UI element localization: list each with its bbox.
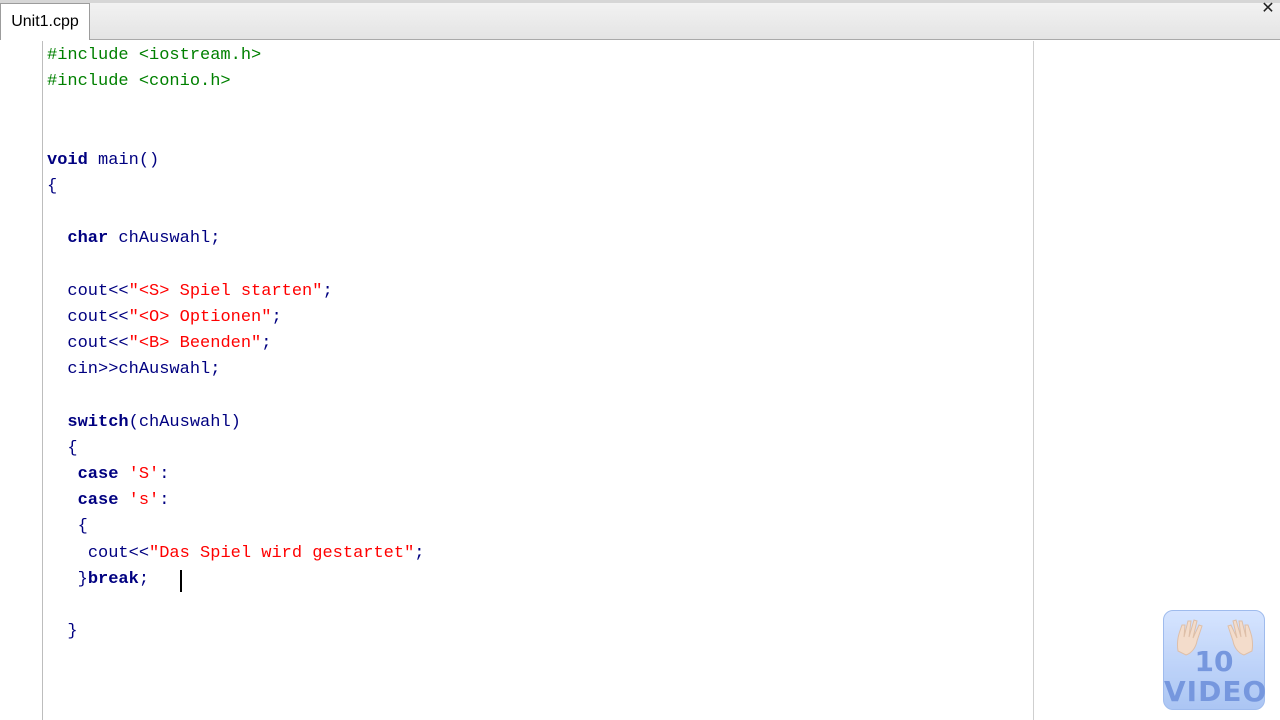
window-top-strip [0,0,1280,3]
video-logo: 10 VIDEO [1163,610,1268,710]
code-line-17: } [47,622,78,641]
code-line-4: { [47,177,58,196]
logo-word: VIDEO [1164,675,1268,708]
code-line-11: { [47,439,78,458]
close-icon[interactable]: ✕ [1258,0,1278,18]
tab-label: Unit1.cpp [11,13,79,30]
code-line-10: switch(chAuswahl) [67,413,241,432]
code-line-14: { [47,517,88,536]
code-line-9: cin>>chAuswahl; [67,360,221,379]
code-line-15: cout<<"Das Spiel wird gestartet"; [87,544,425,563]
tab-bar: Unit1.cpp ✕ [0,0,1280,40]
code-line-1: #include <iostream.h> [47,46,262,65]
code-line-3: void main() [47,151,160,170]
code-line-13: case 's': [77,491,170,510]
code-line-5: char chAuswahl; [67,229,221,248]
code-line-2: #include <conio.h> [47,72,231,91]
logo-number: 10 [1194,645,1234,678]
code-line-6: cout<<"<S> Spiel starten"; [67,282,333,301]
code-line-8: cout<<"<B> Beenden"; [67,334,272,353]
editor-gutter [0,41,43,720]
text-caret [180,570,182,592]
code-line-7: cout<<"<O> Optionen"; [67,308,282,327]
code-line-16: }break; [77,570,160,589]
tab-unit1-cpp[interactable]: Unit1.cpp [0,3,90,40]
code-line-12: case 'S': [77,465,170,484]
